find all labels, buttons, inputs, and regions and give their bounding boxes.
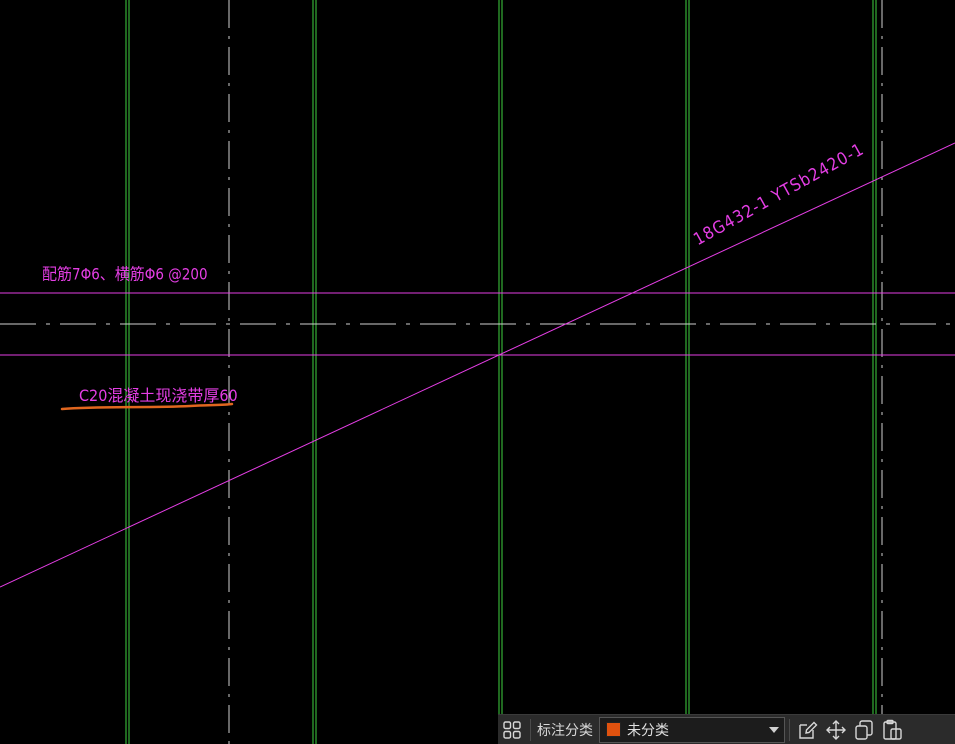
- cad-viewport[interactable]: 配筋7Φ6、横筋Φ6 @200 C20混凝土现浇带厚60 18G432-1 YT…: [0, 0, 955, 744]
- rebar-annotation: 配筋7Φ6、横筋Φ6 @200: [42, 264, 208, 284]
- category-select[interactable]: 未分类: [599, 716, 785, 743]
- annotation-toolbar: 标注分类 未分类: [498, 714, 955, 744]
- copy-icon[interactable]: [850, 716, 878, 744]
- move-icon[interactable]: [822, 716, 850, 744]
- toolbar-divider: [789, 718, 790, 741]
- cad-drawing: [0, 0, 955, 744]
- category-label: 标注分类: [537, 722, 593, 739]
- diagonal-leader-line: [0, 142, 955, 588]
- chevron-down-icon: [769, 726, 779, 733]
- category-value: 未分类: [627, 722, 669, 739]
- edit-icon[interactable]: [794, 716, 822, 744]
- toolbar-divider: [530, 718, 531, 741]
- paste-icon[interactable]: [878, 716, 906, 744]
- column-lines: [125, 0, 877, 744]
- category-color-swatch: [606, 722, 621, 737]
- vertical-axis-lines: [228, 0, 883, 744]
- grid-icon[interactable]: [498, 716, 526, 744]
- concrete-annotation: C20混凝土现浇带厚60: [79, 386, 238, 405]
